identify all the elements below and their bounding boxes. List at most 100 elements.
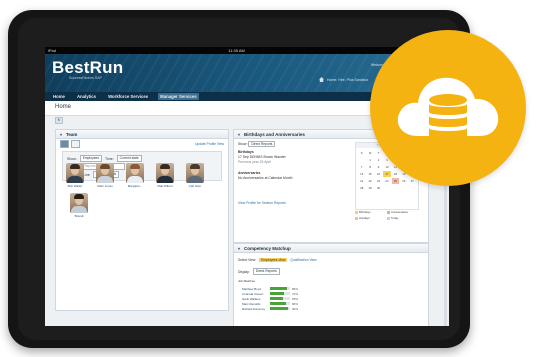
- legend-item: Holidays: [355, 216, 385, 220]
- birthdays-footer-link[interactable]: View Profile for Section Reports: [238, 201, 356, 206]
- calendar-day[interactable]: 25: [391, 178, 400, 184]
- nav-analytics[interactable]: Analytics: [75, 93, 98, 100]
- member-name: Matt Dilbert: [157, 184, 173, 188]
- calendar-day[interactable]: 15: [366, 171, 373, 177]
- calendar-day[interactable]: 10: [383, 164, 390, 170]
- birthday-note: Previous year 25 April: [238, 160, 271, 164]
- competency-display-row: Display: Direct Reports: [238, 268, 280, 275]
- table-row[interactable]: Richard Hammey 90%: [242, 306, 312, 311]
- logo-run: Run: [89, 58, 124, 77]
- match-bar: [270, 287, 290, 290]
- legend-label: Birthdays: [359, 210, 371, 214]
- competency-view-row: Select View: Employees View Qualificatio…: [238, 258, 317, 262]
- match-bar-fill: [270, 297, 283, 300]
- calendar-day: [383, 185, 390, 191]
- calendar-day[interactable]: 9: [375, 164, 382, 170]
- employees-view-tab[interactable]: Employees View: [259, 258, 288, 262]
- team-member[interactable]: Margaret...: [125, 163, 145, 188]
- display-select[interactable]: Direct Reports: [252, 268, 280, 275]
- avatar: [96, 163, 114, 183]
- employee-name: Matthew Boyd: [242, 286, 262, 291]
- birthdays-title: Birthdays and Anniversaries: [244, 131, 305, 137]
- home-context[interactable]: Home: Hire, Plus Sandbox: [319, 77, 368, 82]
- calendar-day[interactable]: 16: [375, 171, 382, 177]
- calendar-day[interactable]: 8: [366, 164, 373, 170]
- calendar-day[interactable]: 17: [383, 171, 391, 177]
- legend-item: Today: [387, 216, 417, 220]
- collapse-icon[interactable]: ▾: [60, 132, 62, 137]
- app-logo[interactable]: BestRun: [52, 58, 123, 78]
- team-member[interactable]: Carl Glen: [185, 163, 205, 188]
- show-select[interactable]: Employees: [79, 155, 103, 162]
- member-name: Bob Walter: [67, 184, 83, 188]
- calendar-day[interactable]: 2: [375, 157, 382, 163]
- legend-item: Birthdays: [355, 210, 385, 214]
- team-panel-header: ▾ Team: [56, 130, 228, 139]
- member-name: Marc Jones: [97, 184, 113, 188]
- match-bar-fill: [270, 307, 288, 310]
- calendar-day[interactable]: 23: [375, 178, 382, 184]
- member-name: Margaret...: [127, 184, 143, 188]
- calendar-day[interactable]: 28: [358, 185, 365, 191]
- team-members: Bob Walter Marc Jones Margaret... Matt D…: [65, 163, 205, 188]
- home-icon: [319, 77, 324, 82]
- bday-show-label: Show:: [238, 142, 248, 146]
- match-bar-fill: [270, 292, 285, 295]
- refresh-button[interactable]: ↻: [55, 117, 63, 124]
- team-profile-link[interactable]: Update Profile View: [195, 142, 224, 146]
- match-bar-fill: [270, 287, 288, 290]
- avatar: [186, 163, 204, 183]
- calendar-day[interactable]: 29: [366, 185, 373, 191]
- calendar-day[interactable]: 24: [383, 178, 390, 184]
- calendar-day[interactable]: 1: [366, 157, 373, 163]
- birthdays-list: Show: Direct Reports Birthdays 17 Sep DE…: [238, 141, 356, 206]
- legend-label: Today: [391, 216, 399, 220]
- team-member[interactable]: Brandt: [69, 193, 89, 218]
- calendar-day[interactable]: 14: [358, 171, 365, 177]
- competency-panel-header: ▾ Competency Matchup: [234, 244, 428, 253]
- calendar-day[interactable]: 18: [392, 171, 399, 177]
- display-label: Display:: [238, 269, 250, 274]
- team-member[interactable]: Matt Dilbert: [155, 163, 175, 188]
- time-select[interactable]: Current state: [116, 155, 142, 162]
- calendar-day[interactable]: 22: [366, 178, 373, 184]
- grid-view-icon[interactable]: [60, 140, 69, 148]
- page-title: Home: [55, 104, 72, 110]
- calendar-day: [358, 157, 365, 163]
- anniversary-entry: No Anniversaries at Calendar Month: [238, 176, 293, 180]
- nav-workforce-services[interactable]: Workforce Services: [106, 93, 150, 100]
- cloud-database-badge: [370, 30, 526, 186]
- calendar-day[interactable]: 21: [358, 178, 365, 184]
- match-percent: 72%: [292, 291, 299, 296]
- calendar-day[interactable]: 7: [358, 164, 365, 170]
- legend-label: Anniversaries: [391, 210, 408, 214]
- list-view-icon[interactable]: [71, 140, 80, 148]
- collapse-icon[interactable]: ▾: [238, 246, 240, 251]
- qualification-view-link[interactable]: Qualification View: [290, 258, 316, 262]
- employee-name: Hank Wallace: [242, 296, 261, 301]
- match-percent: 86%: [292, 286, 299, 291]
- bday-show-select[interactable]: Direct Reports: [248, 141, 276, 147]
- status-bar: iPad 11:35 AM 1 · Ben Williams: [45, 47, 449, 54]
- avatar: [66, 163, 84, 183]
- collapse-icon[interactable]: ▾: [238, 132, 240, 137]
- team-member[interactable]: Bob Walter: [65, 163, 85, 188]
- nav-home[interactable]: Home: [51, 93, 67, 100]
- calendar-day[interactable]: 30: [375, 185, 382, 191]
- match-bar: [270, 292, 290, 295]
- member-name: Carl Glen: [188, 184, 202, 188]
- team-member[interactable]: Marc Jones: [95, 163, 115, 188]
- calendar-day: [409, 185, 416, 191]
- select-view-label: Select View:: [238, 258, 257, 262]
- match-bar: [270, 307, 290, 310]
- calendar-legend: Birthdays Anniversaries Holidays Today: [355, 210, 417, 220]
- calendar-day: [392, 185, 399, 191]
- time-label: Time:: [105, 156, 114, 161]
- employee-name: Richard Hammey: [242, 306, 266, 311]
- avatar: [70, 193, 88, 213]
- calendar-day: T: [377, 151, 380, 155]
- avatar: [156, 163, 174, 183]
- calendar-day[interactable]: 26: [400, 178, 407, 184]
- legend-item: Anniversaries: [387, 210, 417, 214]
- nav-manager-services[interactable]: Manager Services: [158, 93, 199, 100]
